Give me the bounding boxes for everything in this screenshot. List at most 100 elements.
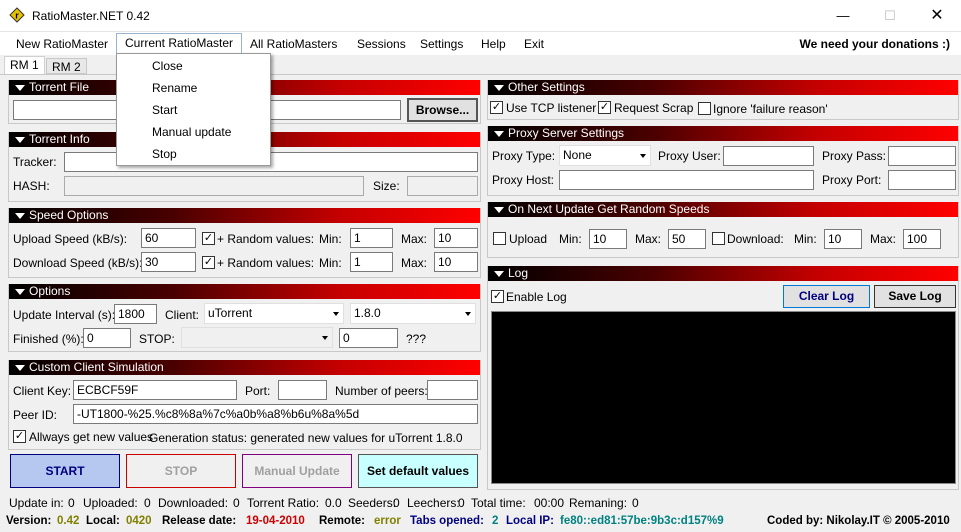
random-down-min-field[interactable]: 10 <box>824 229 862 249</box>
dropdown-manual-update[interactable]: Manual update <box>152 125 231 139</box>
clear-log-button[interactable]: Clear Log <box>783 285 870 308</box>
peers-field[interactable] <box>427 380 478 400</box>
close-icon[interactable]: ✕ <box>927 6 947 26</box>
menu-exit[interactable]: Exit <box>524 36 544 54</box>
set-default-values-button[interactable]: Set default values <box>358 454 478 488</box>
chevron-down-icon <box>465 312 471 316</box>
upload-speed-label: Upload Speed (kB/s): <box>13 232 128 246</box>
minimize-icon[interactable]: — <box>833 6 853 26</box>
upload-max-field[interactable]: 10 <box>434 228 478 248</box>
enable-log-checkbox[interactable]: ✓ <box>491 290 504 303</box>
random-down-max-label: Max: <box>870 232 897 246</box>
tab-rm-2[interactable]: RM 2 <box>46 58 87 74</box>
custom-client-header: Custom Client Simulation <box>9 360 480 375</box>
menu-sessions[interactable]: Sessions <box>357 36 406 54</box>
proxy-user-label: Proxy User: <box>658 149 721 163</box>
random-down-max-field[interactable]: 100 <box>903 229 941 249</box>
dropdown-start[interactable]: Start <box>152 103 177 117</box>
download-speed-field[interactable]: 30 <box>141 252 196 272</box>
collapse-icon[interactable] <box>15 85 25 91</box>
seeders-label: Seeders: <box>348 496 397 510</box>
download-max-label: Max: <box>401 256 428 270</box>
random-upload-checkbox[interactable] <box>493 232 506 245</box>
start-button[interactable]: START <box>10 454 120 488</box>
proxy-host-field[interactable] <box>559 170 814 190</box>
client-version-select[interactable]: 1.8.0 <box>350 303 476 324</box>
hash-label: HASH: <box>13 179 50 193</box>
download-random-label: + Random values: <box>217 256 315 270</box>
upload-random-checkbox[interactable]: ✓ <box>202 232 215 245</box>
menu-current-ratiomaster[interactable]: Current RatioMaster <box>116 33 243 54</box>
proxy-type-label: Proxy Type: <box>492 149 556 163</box>
collapse-icon[interactable] <box>15 289 25 295</box>
client-select-value: uTorrent <box>208 306 253 320</box>
ignore-failure-checkbox[interactable] <box>698 102 711 115</box>
log-output[interactable] <box>491 311 956 484</box>
update-interval-field[interactable]: 1800 <box>114 304 157 324</box>
dropdown-rename[interactable]: Rename <box>152 81 197 95</box>
peers-label: Number of peers: <box>335 384 428 398</box>
save-log-button[interactable]: Save Log <box>874 285 956 308</box>
finished-field[interactable]: 0 <box>83 328 131 348</box>
menu-new-ratiomaster[interactable]: New RatioMaster <box>16 36 108 54</box>
coded-by: Coded by: Nikolay.IT © 2005-2010 <box>767 515 950 527</box>
random-download-label: Download: <box>727 232 784 246</box>
donation-link[interactable]: We need your donations :) <box>800 37 950 51</box>
random-up-max-label: Max: <box>635 232 662 246</box>
download-max-field[interactable]: 10 <box>434 252 478 272</box>
stop-select[interactable] <box>181 327 333 348</box>
random-up-max-field[interactable]: 50 <box>668 229 706 249</box>
stop-button[interactable]: STOP <box>126 454 236 488</box>
random-upload-label: Upload <box>509 232 548 246</box>
menu-settings[interactable]: Settings <box>420 36 463 54</box>
app-icon: r <box>9 7 25 23</box>
random-up-min-field[interactable]: 10 <box>589 229 627 249</box>
tab-rm-1[interactable]: RM 1 <box>4 56 45 74</box>
collapse-icon[interactable] <box>494 85 504 91</box>
leechers-value: 0 <box>458 496 465 510</box>
collapse-icon[interactable] <box>15 213 25 219</box>
total-time-label: Total time: <box>471 496 526 510</box>
collapse-icon[interactable] <box>494 131 504 137</box>
dropdown-close[interactable]: Close <box>152 59 183 73</box>
upload-speed-field[interactable]: 60 <box>141 228 196 248</box>
collapse-icon[interactable] <box>15 137 25 143</box>
stop-amount-field[interactable]: 0 <box>339 328 398 348</box>
client-key-field[interactable]: ECBCF59F <box>73 380 237 400</box>
client-key-label: Client Key: <box>13 384 72 398</box>
maximize-icon[interactable]: ☐ <box>880 6 900 26</box>
proxy-user-field[interactable] <box>723 146 814 166</box>
downloaded-label: Downloaded: <box>158 496 229 510</box>
chevron-down-icon <box>333 312 339 316</box>
port-field[interactable] <box>278 380 327 400</box>
always-new-values-checkbox[interactable]: ✓ <box>13 430 26 443</box>
random-down-min-label: Min: <box>794 232 817 246</box>
download-random-checkbox[interactable]: ✓ <box>202 256 215 269</box>
release-date-value: 19-04-2010 <box>246 515 305 527</box>
menu-all-ratiomasters[interactable]: All RatioMasters <box>250 36 337 54</box>
download-min-field[interactable]: 1 <box>350 252 393 272</box>
manual-update-button[interactable]: Manual Update <box>242 454 352 488</box>
menu-help[interactable]: Help <box>481 36 506 54</box>
tcp-listener-checkbox[interactable]: ✓ <box>490 101 503 114</box>
random-speeds-header: On Next Update Get Random Speeds <box>488 202 958 217</box>
random-download-checkbox[interactable] <box>712 232 725 245</box>
browse-button[interactable]: Browse... <box>407 98 478 122</box>
client-select[interactable]: uTorrent <box>204 303 344 324</box>
collapse-icon[interactable] <box>494 271 504 277</box>
request-scrap-checkbox[interactable]: ✓ <box>598 101 611 114</box>
window-title: RatioMaster.NET 0.42 <box>32 9 150 23</box>
collapse-icon[interactable] <box>494 207 504 213</box>
upload-min-field[interactable]: 1 <box>350 228 393 248</box>
update-in-label: Update in: <box>9 496 64 510</box>
update-in-value: 0 <box>68 496 75 510</box>
proxy-port-field[interactable] <box>888 170 956 190</box>
ratio-label: Torrent Ratio: <box>247 496 320 510</box>
request-scrap-label: Request Scrap <box>614 101 694 115</box>
collapse-icon[interactable] <box>15 365 25 371</box>
client-label: Client: <box>165 308 200 322</box>
dropdown-stop[interactable]: Stop <box>152 147 177 161</box>
proxy-pass-field[interactable] <box>888 146 956 166</box>
peer-id-field[interactable]: -UT1800-%25.%c8%8a%7c%a0b%a8%b6u%8a%5d <box>73 404 478 424</box>
proxy-type-select[interactable]: None <box>559 145 651 166</box>
